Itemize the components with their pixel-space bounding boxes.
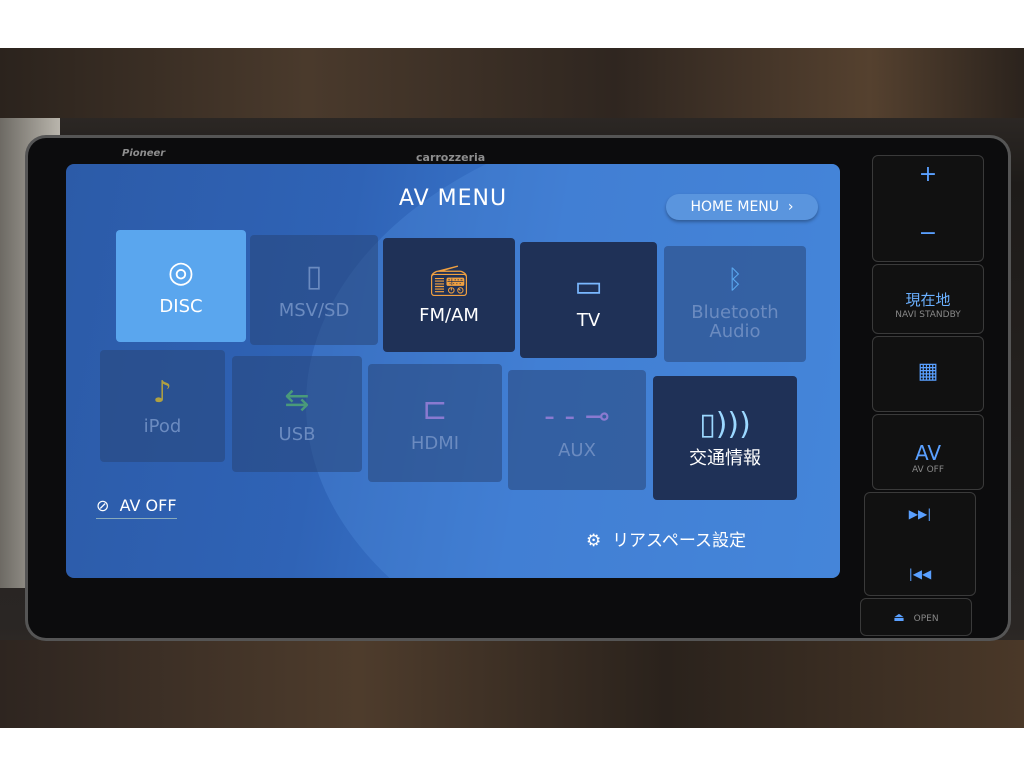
traffic-signal-icon: ▯))) (699, 406, 751, 442)
eject-icon: ⏏ (893, 610, 909, 624)
tile-label: TV (576, 309, 601, 331)
tile-label: MSV/SD (278, 299, 350, 321)
touch-screen: AV MENU HOME MENU › ◎ DISC ▯ MSV/SD 📻︎ F… (66, 164, 840, 578)
volume-rocker[interactable]: + − (872, 155, 984, 262)
volume-up-button[interactable]: + (873, 162, 983, 187)
tile-label: 交通情報 (689, 447, 761, 469)
tile-label: HDMI (410, 432, 460, 454)
radio-icon: 📻︎ (429, 263, 469, 299)
tile-label: iPod (143, 415, 182, 437)
grid-icon: ▦ (917, 359, 939, 384)
menu-grid-button[interactable]: ▦ (872, 336, 984, 412)
navi-standby-label: NAVI STANDBY (895, 310, 961, 320)
tile-ipod[interactable]: ♪ iPod (100, 350, 225, 462)
track-buttons[interactable]: ▶▶| |◀◀ (864, 492, 976, 596)
sd-card-icon: ▯ (305, 258, 323, 294)
disc-icon: ◎ (167, 254, 195, 290)
open-label: OPEN (913, 614, 939, 624)
tile-label: AUX (558, 439, 596, 461)
tile-disc[interactable]: ◎ DISC (116, 230, 246, 342)
power-off-icon: ⊘ (96, 496, 115, 515)
brand-logo-pioneer: Pioneer (122, 148, 166, 159)
tile-hdmi[interactable]: ⊏ HDMI (368, 364, 502, 482)
tile-label: FM/AM (419, 304, 479, 326)
tile-traffic-info[interactable]: ▯))) 交通情報 (653, 376, 797, 500)
tile-label: DISC (159, 295, 203, 317)
av-off-label: AV OFF (119, 496, 177, 515)
tile-label: USB (278, 423, 316, 445)
tile-bluetooth-audio[interactable]: ᛒ Bluetooth Audio (664, 246, 806, 362)
brand-logo-carrozzeria: carrozzeria (416, 151, 486, 164)
chevron-right-icon: › (783, 199, 794, 215)
wood-trim-bottom (0, 640, 1024, 728)
usb-icon: ⇆ (284, 382, 310, 418)
av-button[interactable]: AV AV OFF (872, 414, 984, 490)
tile-tv[interactable]: ▭ TV (520, 242, 657, 358)
av-off-button[interactable]: ⊘ AV OFF (96, 496, 177, 519)
music-note-icon: ♪ (152, 374, 173, 410)
hdmi-icon: ⊏ (422, 391, 448, 427)
rear-space-label: リアスペース設定 (612, 531, 747, 551)
home-menu-label: HOME MENU (690, 199, 780, 215)
tile-fm-am[interactable]: 📻︎ FM/AM (383, 238, 515, 352)
av-off-sub-label: AV OFF (911, 465, 945, 475)
rear-space-settings-button[interactable]: ⚙ リアスペース設定 (586, 526, 746, 551)
tv-icon: ▭ (574, 268, 603, 304)
settings-gear-icon: ⚙ (586, 531, 607, 551)
tile-label: Bluetooth Audio (691, 301, 779, 343)
home-menu-button[interactable]: HOME MENU › (666, 194, 818, 220)
av-label: AV (914, 441, 942, 465)
tile-msv-sd[interactable]: ▯ MSV/SD (250, 235, 378, 345)
open-button[interactable]: ⏏ OPEN (860, 598, 972, 636)
wood-trim-top (0, 48, 1024, 118)
aux-cable-icon: - - ⊸ (544, 398, 610, 434)
next-track-icon[interactable]: ▶▶| (865, 507, 975, 521)
current-location-label: 現在地 (905, 291, 951, 309)
volume-down-button[interactable]: − (873, 221, 983, 246)
previous-track-icon[interactable]: |◀◀ (865, 567, 975, 581)
tile-aux[interactable]: - - ⊸ AUX (508, 370, 646, 490)
tile-usb[interactable]: ⇆ USB (232, 356, 362, 472)
current-location-button[interactable]: 現在地 NAVI STANDBY (872, 264, 984, 334)
bluetooth-icon: ᛒ (727, 264, 743, 295)
